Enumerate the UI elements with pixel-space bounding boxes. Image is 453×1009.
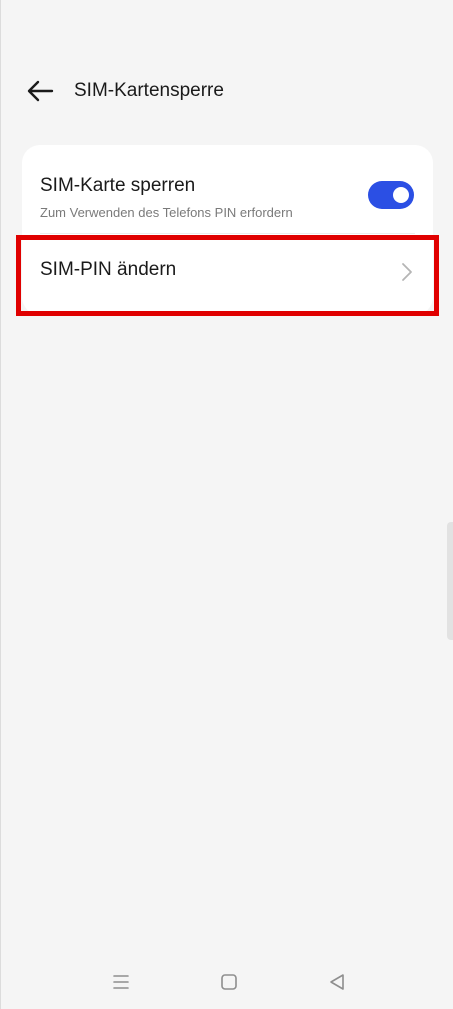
nav-back-button[interactable]	[325, 970, 349, 994]
lock-sim-row[interactable]: SIM-Karte sperren Zum Verwenden des Tele…	[22, 145, 433, 233]
system-navigation-bar	[0, 962, 453, 1002]
side-scroll-handle[interactable]	[447, 522, 453, 640]
home-button[interactable]	[217, 970, 241, 994]
screen-edge	[0, 0, 1, 1009]
back-icon	[330, 974, 344, 990]
recent-apps-button[interactable]	[109, 970, 133, 994]
change-pin-title: SIM-PIN ändern	[40, 259, 177, 280]
chevron-right-icon	[402, 263, 412, 281]
lock-sim-subtitle: Zum Verwenden des Telefons PIN erfordern	[40, 205, 293, 220]
lock-sim-toggle[interactable]	[368, 181, 414, 209]
app-header: SIM-Kartensperre	[0, 70, 453, 112]
back-button[interactable]	[22, 77, 58, 105]
arrow-left-icon	[27, 80, 54, 102]
home-icon	[221, 974, 237, 990]
toggle-knob	[393, 187, 409, 203]
change-pin-row[interactable]: SIM-PIN ändern	[22, 234, 433, 315]
lock-sim-title: SIM-Karte sperren	[40, 175, 196, 196]
menu-icon	[113, 975, 129, 989]
page-title: SIM-Kartensperre	[74, 80, 224, 101]
settings-card: SIM-Karte sperren Zum Verwenden des Tele…	[22, 145, 433, 315]
